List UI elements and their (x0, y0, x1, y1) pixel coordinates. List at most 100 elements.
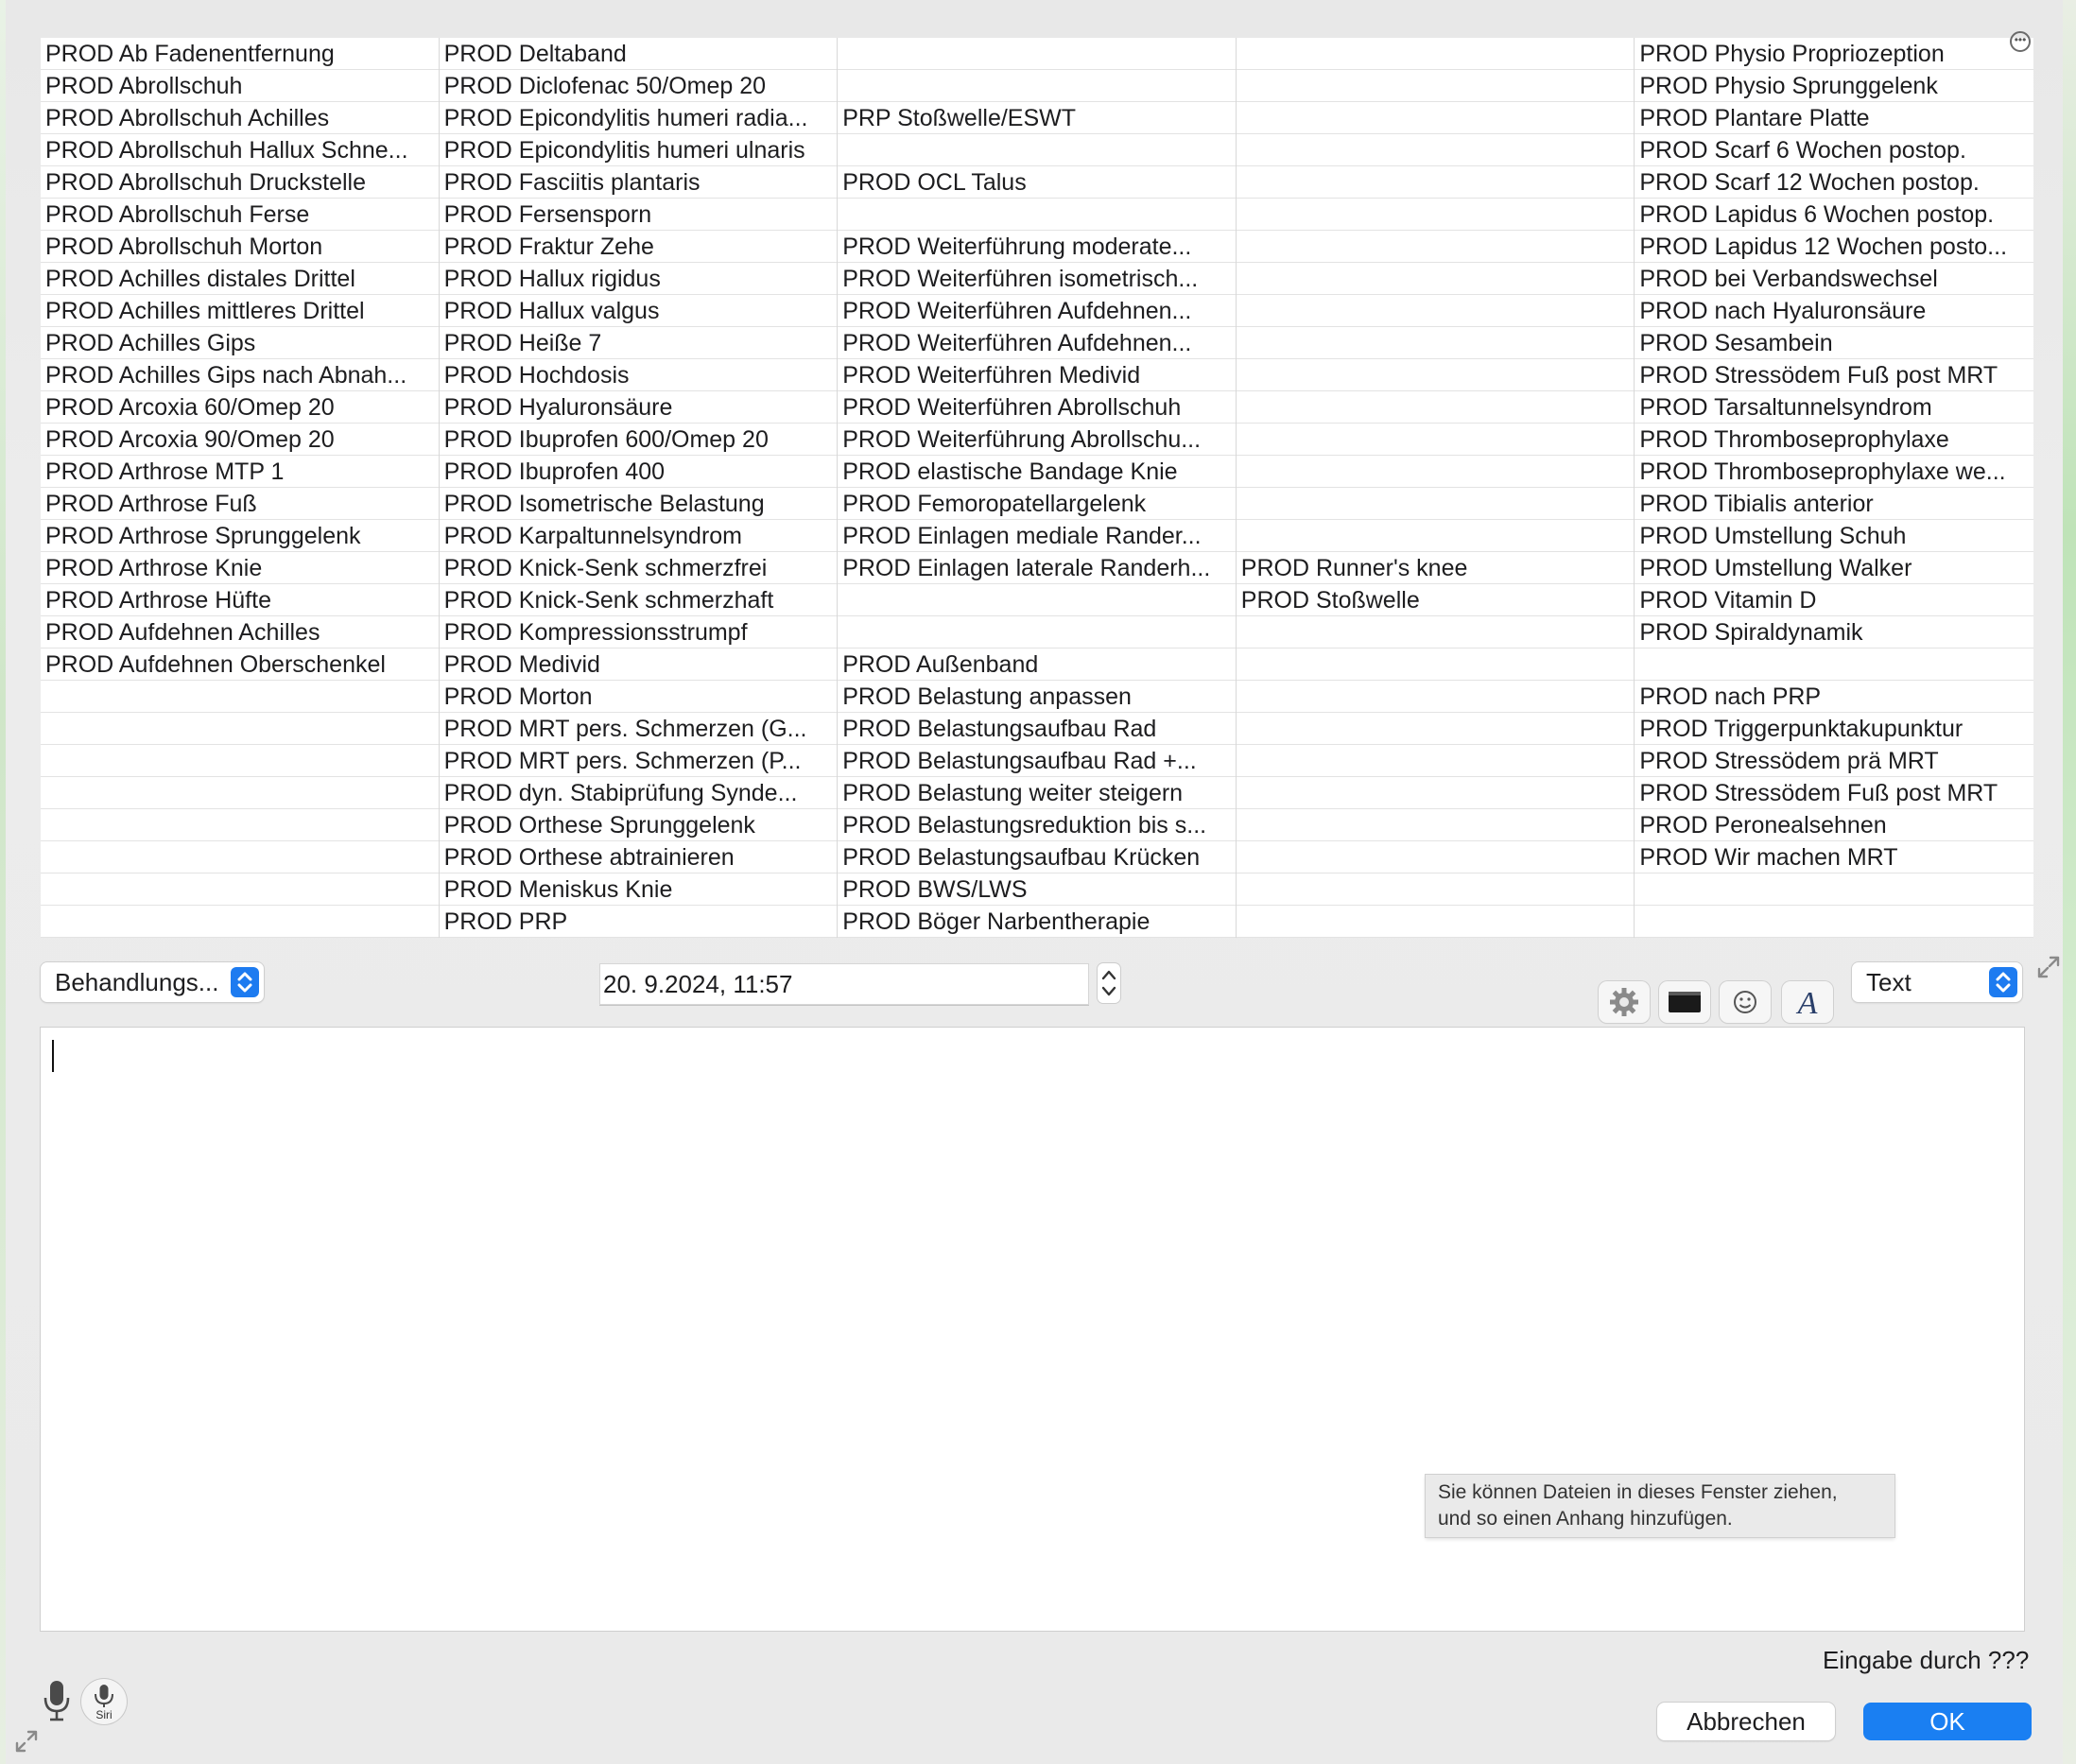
grid-cell[interactable]: PROD Achilles mittleres Drittel (41, 295, 439, 327)
grid-cell[interactable] (838, 616, 1236, 649)
grid-cell[interactable]: PROD Arthrose Hüfte (41, 584, 439, 616)
grid-cell[interactable]: PROD Tarsaltunnelsyndrom (1635, 391, 2033, 424)
grid-cell[interactable] (1236, 391, 1635, 424)
grid-cell[interactable] (1236, 295, 1635, 327)
grid-cell[interactable] (838, 199, 1236, 231)
grid-cell[interactable] (1236, 777, 1635, 809)
grid-cell[interactable]: PROD MRT pers. Schmerzen (G... (439, 713, 838, 745)
grid-cell[interactable] (1236, 488, 1635, 520)
grid-cell[interactable]: PROD Orthese Sprunggelenk (439, 809, 838, 841)
grid-cell[interactable]: PROD dyn. Stabiprüfung Synde... (439, 777, 838, 809)
grid-cell[interactable] (1236, 713, 1635, 745)
grid-cell[interactable]: PROD Abrollschuh Achilles (41, 102, 439, 134)
emoji-button[interactable] (1720, 981, 1771, 1023)
grid-cell[interactable]: PROD Weiterführung Abrollschu... (838, 424, 1236, 456)
grid-cell[interactable] (838, 134, 1236, 166)
grid-cell[interactable]: PROD Runner's knee (1236, 552, 1635, 584)
ok-button[interactable]: OK (1863, 1703, 2032, 1740)
grid-cell[interactable]: PROD Peronealsehnen (1635, 809, 2033, 841)
grid-cell[interactable]: PROD Heiße 7 (439, 327, 838, 359)
grid-cell[interactable]: PROD Umstellung Walker (1635, 552, 2033, 584)
grid-cell[interactable] (41, 681, 439, 713)
grid-cell[interactable] (41, 745, 439, 777)
grid-cell[interactable]: PROD Achilles Gips nach Abnah... (41, 359, 439, 391)
grid-cell[interactable]: PROD Stoßwelle (1236, 584, 1635, 616)
grid-cell[interactable]: PROD Scarf 6 Wochen postop. (1635, 134, 2033, 166)
grid-cell[interactable] (838, 584, 1236, 616)
grid-cell[interactable]: PROD Orthese abtrainieren (439, 841, 838, 873)
grid-cell[interactable]: PROD Meniskus Knie (439, 873, 838, 906)
grid-cell[interactable] (1236, 134, 1635, 166)
grid-cell[interactable] (41, 777, 439, 809)
grid-cell[interactable]: PROD Femoropatellargelenk (838, 488, 1236, 520)
grid-cell[interactable]: PROD Weiterführen Aufdehnen... (838, 327, 1236, 359)
grid-cell[interactable]: PROD Belastung anpassen (838, 681, 1236, 713)
grid-cell[interactable]: PROD Sesambein (1635, 327, 2033, 359)
grid-cell[interactable]: PROD Medivid (439, 649, 838, 681)
grid-cell[interactable] (1236, 456, 1635, 488)
grid-cell[interactable]: PROD Stressödem prä MRT (1635, 745, 2033, 777)
grid-cell[interactable]: PROD Stressödem Fuß post MRT (1635, 777, 2033, 809)
grid-cell[interactable] (1236, 906, 1635, 938)
grid-cell[interactable] (1236, 327, 1635, 359)
grid-cell[interactable]: PROD Achilles Gips (41, 327, 439, 359)
expand-icon[interactable] (2034, 953, 2063, 981)
grid-cell[interactable] (1635, 649, 2033, 681)
grid-cell[interactable]: PROD Fraktur Zehe (439, 231, 838, 263)
grid-cell[interactable]: PROD bei Verbandswechsel (1635, 263, 2033, 295)
grid-cell[interactable]: PROD Spiraldynamik (1635, 616, 2033, 649)
grid-cell[interactable]: PROD Belastungsaufbau Rad (838, 713, 1236, 745)
grid-cell[interactable]: PROD Einlagen laterale Randerh... (838, 552, 1236, 584)
grid-cell[interactable]: PROD PRP (439, 906, 838, 938)
grid-cell[interactable] (1236, 38, 1635, 70)
grid-cell[interactable]: PROD Morton (439, 681, 838, 713)
grid-cell[interactable] (41, 809, 439, 841)
grid-cell[interactable]: PROD Karpaltunnelsyndrom (439, 520, 838, 552)
grid-cell[interactable]: PROD Arcoxia 90/Omep 20 (41, 424, 439, 456)
font-button[interactable]: A (1782, 981, 1833, 1023)
grid-cell[interactable] (1236, 231, 1635, 263)
text-editor[interactable] (41, 1028, 2024, 1631)
grid-cell[interactable]: PROD Weiterführen Abrollschuh (838, 391, 1236, 424)
grid-cell[interactable]: PROD Belastungsreduktion bis s... (838, 809, 1236, 841)
grid-cell[interactable] (41, 906, 439, 938)
grid-cell[interactable]: PROD MRT pers. Schmerzen (P... (439, 745, 838, 777)
grid-cell[interactable] (1236, 809, 1635, 841)
grid-cell[interactable]: PROD Abrollschuh Hallux Schne... (41, 134, 439, 166)
collapse-icon[interactable] (13, 1728, 40, 1755)
grid-cell[interactable] (1236, 745, 1635, 777)
grid-cell[interactable]: PROD Abrollschuh Ferse (41, 199, 439, 231)
grid-cell[interactable] (1236, 681, 1635, 713)
grid-cell[interactable] (1236, 520, 1635, 552)
grid-cell[interactable]: PROD Hallux valgus (439, 295, 838, 327)
grid-cell[interactable]: PROD Hyaluronsäure (439, 391, 838, 424)
grid-cell[interactable] (1236, 102, 1635, 134)
grid-cell[interactable]: PROD Aufdehnen Oberschenkel (41, 649, 439, 681)
grid-cell[interactable]: PROD Isometrische Belastung (439, 488, 838, 520)
grid-cell[interactable]: PROD Thromboseprophylaxe we... (1635, 456, 2033, 488)
grid-cell[interactable]: PROD Epicondylitis humeri ulnaris (439, 134, 838, 166)
grid-cell[interactable]: PROD Fersensporn (439, 199, 838, 231)
grid-cell[interactable]: PROD Ab Fadenentfernung (41, 38, 439, 70)
grid-cell[interactable]: PROD Umstellung Schuh (1635, 520, 2033, 552)
siri-button[interactable]: Siri (81, 1679, 127, 1724)
grid-cell[interactable]: PROD Fasciitis plantaris (439, 166, 838, 199)
grid-cell[interactable] (1236, 841, 1635, 873)
grid-cell[interactable] (1236, 166, 1635, 199)
grid-cell[interactable]: PROD Weiterführung moderate... (838, 231, 1236, 263)
grid-cell[interactable] (1236, 873, 1635, 906)
grid-cell[interactable]: PROD Ibuprofen 600/Omep 20 (439, 424, 838, 456)
grid-cell[interactable]: PROD Scarf 12 Wochen postop. (1635, 166, 2033, 199)
grid-cell[interactable] (41, 873, 439, 906)
grid-cell[interactable] (1635, 873, 2033, 906)
grid-cell[interactable]: PROD Arcoxia 60/Omep 20 (41, 391, 439, 424)
grid-cell[interactable] (1236, 199, 1635, 231)
grid-cell[interactable]: PRP Stoßwelle/ESWT (838, 102, 1236, 134)
grid-cell[interactable] (1236, 616, 1635, 649)
grid-cell[interactable] (1236, 263, 1635, 295)
grid-cell[interactable]: PROD Physio Sprunggelenk (1635, 70, 2033, 102)
grid-cell[interactable]: PROD Deltaband (439, 38, 838, 70)
grid-cell[interactable] (838, 70, 1236, 102)
grid-cell[interactable]: PROD Physio Propriozeption (1635, 38, 2033, 70)
datetime-field[interactable]: 20. 9.2024, 11:57 (599, 963, 1089, 1005)
